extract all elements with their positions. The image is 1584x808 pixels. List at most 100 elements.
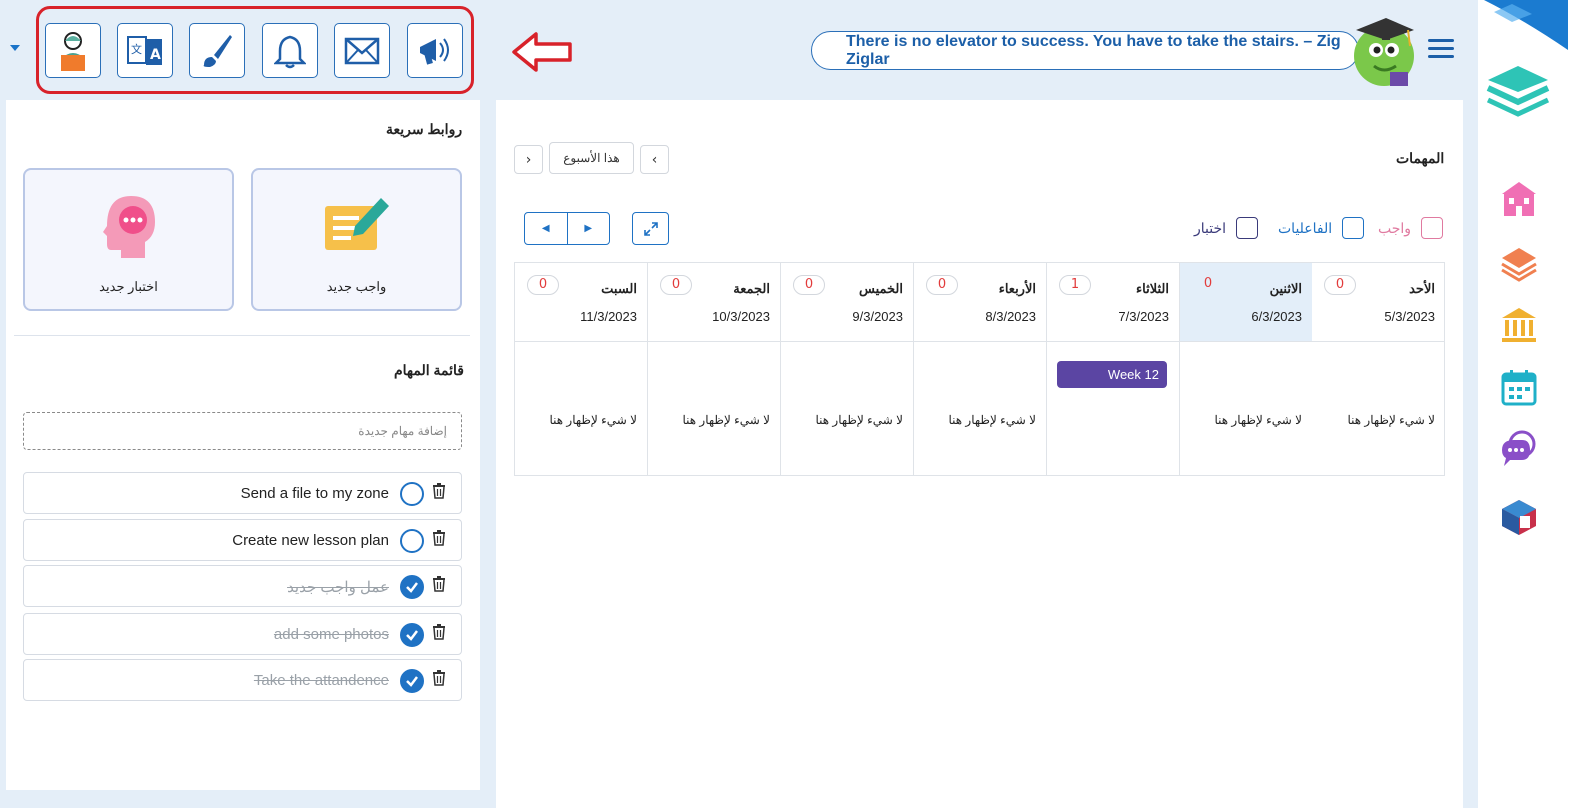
new-test-label: اختبار جديد: [99, 279, 158, 294]
day-date: 7/3/2023: [1118, 309, 1169, 324]
school-icon[interactable]: [1500, 180, 1538, 218]
day-date: 8/3/2023: [985, 309, 1036, 324]
day-column-sunday: الأحد 5/3/2023 0 لا شيء لإظهار هنا: [1312, 263, 1445, 475]
layers-icon[interactable]: [1500, 244, 1538, 282]
check-icon: [406, 630, 418, 641]
todo-item-checkbox[interactable]: [400, 669, 424, 693]
day-header: الخميس 9/3/2023 0: [781, 263, 913, 342]
todo-item-checkbox[interactable]: [400, 623, 424, 647]
calendar-icon[interactable]: [1500, 368, 1538, 406]
new-homework-label: واجب جديد: [326, 279, 387, 294]
day-name: السبت: [601, 281, 637, 296]
day-header: الثلاثاء 7/3/2023 1: [1047, 263, 1179, 342]
calendar-event[interactable]: Week 12: [1057, 361, 1167, 388]
quick-links-title: روابط سريعة: [386, 121, 463, 137]
cube-logo-icon[interactable]: [1500, 498, 1538, 536]
day-column-thursday: الخميس 9/3/2023 0 لا شيء لإظهار هنا: [780, 263, 913, 475]
todo-item-text: Send a file to my zone: [240, 485, 389, 502]
announcements-button[interactable]: [407, 23, 463, 78]
svg-text:A: A: [150, 47, 161, 63]
day-count-badge: 0: [926, 275, 958, 295]
day-count-badge: 0: [793, 275, 825, 295]
megaphone-icon: [420, 37, 449, 65]
prev-week-button[interactable]: ‹: [640, 145, 669, 174]
expand-icon: [643, 221, 658, 236]
week-grid: الأحد 5/3/2023 0 لا شيء لإظهار هنا الاثن…: [514, 262, 1445, 476]
trash-icon[interactable]: [432, 624, 446, 640]
todo-item-checkbox[interactable]: [400, 529, 424, 553]
this-week-button[interactable]: هذا الأسبوع: [549, 142, 634, 174]
empty-day-text: لا شيء لإظهار هنا: [682, 413, 770, 427]
todo-item: عمل واجب جديد: [23, 565, 462, 607]
filter-activities-label: الفاعليات: [1278, 219, 1333, 236]
empty-day-text: لا شيء لإظهار هنا: [1347, 413, 1435, 427]
hamburger-menu-button[interactable]: [1428, 39, 1454, 59]
day-date: 5/3/2023: [1384, 309, 1435, 324]
day-header: الاثنين 6/3/2023 0: [1180, 263, 1312, 342]
next-week-button[interactable]: ›: [514, 145, 543, 174]
pager-next-button[interactable]: ▶: [568, 213, 610, 244]
todo-item: add some photos: [23, 613, 462, 655]
todo-item: Create new lesson plan: [23, 519, 462, 561]
todo-item: Take the attandence: [23, 659, 462, 701]
brush-button[interactable]: [189, 23, 245, 78]
account-dropdown-caret[interactable]: [10, 45, 20, 51]
thinking-head-icon: [103, 196, 155, 258]
day-name: الجمعة: [733, 281, 770, 296]
chat-bubbles-icon[interactable]: [1500, 430, 1538, 468]
empty-day-text: لا شيء لإظهار هنا: [948, 413, 1036, 427]
teacher-button[interactable]: [45, 23, 101, 78]
empty-day-text: لا شيء لإظهار هنا: [549, 413, 637, 427]
add-task-input[interactable]: إضافة مهام جديدة: [23, 412, 462, 450]
pager-prev-button[interactable]: ◀: [525, 213, 568, 244]
teacher-icon: [61, 31, 85, 71]
panel-divider: [14, 335, 470, 336]
todo-item-text: Create new lesson plan: [232, 532, 389, 549]
day-column-friday: الجمعة 10/3/2023 0 لا شيء لإظهار هنا: [647, 263, 780, 475]
todo-item-text: عمل واجب جديد: [287, 579, 389, 596]
trash-icon[interactable]: [432, 670, 446, 686]
day-header: الجمعة 10/3/2023 0: [648, 263, 780, 342]
day-column-monday: الاثنين 6/3/2023 0 لا شيء لإظهار هنا: [1179, 263, 1312, 475]
todo-item-checkbox[interactable]: [400, 482, 424, 506]
filter-test[interactable]: اختبار: [1194, 217, 1259, 239]
filter-homework-checkbox[interactable]: [1421, 217, 1444, 239]
logo-stack-icon[interactable]: [1484, 62, 1552, 118]
notifications-button[interactable]: [262, 23, 318, 78]
day-date: 10/3/2023: [712, 309, 770, 324]
translate-icon: A 文: [127, 35, 162, 65]
day-column-tuesday: الثلاثاء 7/3/2023 1 Week 12: [1046, 263, 1179, 475]
new-homework-card[interactable]: واجب جديد: [251, 168, 462, 311]
trash-icon[interactable]: [432, 576, 446, 592]
check-icon: [406, 676, 418, 687]
trash-icon[interactable]: [432, 483, 446, 499]
filter-activities-checkbox[interactable]: [1342, 217, 1365, 239]
day-count-badge: 0: [660, 275, 692, 295]
day-date: 11/3/2023: [580, 309, 637, 324]
svg-text:文: 文: [131, 42, 142, 56]
chevron-right-icon: ›: [525, 151, 532, 168]
day-date: 6/3/2023: [1251, 309, 1302, 324]
left-arrow-pointer-icon: [512, 32, 572, 72]
expand-button[interactable]: [632, 212, 669, 245]
day-column-saturday: السبت 11/3/2023 0 لا شيء لإظهار هنا: [514, 263, 647, 475]
dinosaur-mascot-icon: [1354, 18, 1414, 86]
filter-activities[interactable]: الفاعليات: [1278, 217, 1365, 239]
chevron-left-icon: ‹: [651, 151, 658, 168]
trash-icon[interactable]: [432, 530, 446, 546]
todo-item-checkbox[interactable]: [400, 575, 424, 599]
translate-button[interactable]: A 文: [117, 23, 173, 78]
mail-button[interactable]: [334, 23, 390, 78]
brush-icon: [203, 34, 232, 67]
motivational-quote: There is no elevator to success. You hav…: [811, 31, 1359, 70]
filter-homework[interactable]: واجب: [1378, 217, 1444, 239]
filter-test-checkbox[interactable]: [1236, 217, 1259, 239]
new-test-card[interactable]: اختبار جديد: [23, 168, 234, 311]
calendar-pager: ◀ ▶: [524, 212, 610, 245]
todo-item-text: Take the attandence: [253, 672, 389, 689]
day-header: الأربعاء 8/3/2023 0: [914, 263, 1046, 342]
institution-icon[interactable]: [1500, 306, 1538, 344]
day-count-badge: 1: [1059, 275, 1091, 295]
day-name: الثلاثاء: [1136, 281, 1169, 296]
corner-flag-logo-icon: [1484, 0, 1568, 50]
